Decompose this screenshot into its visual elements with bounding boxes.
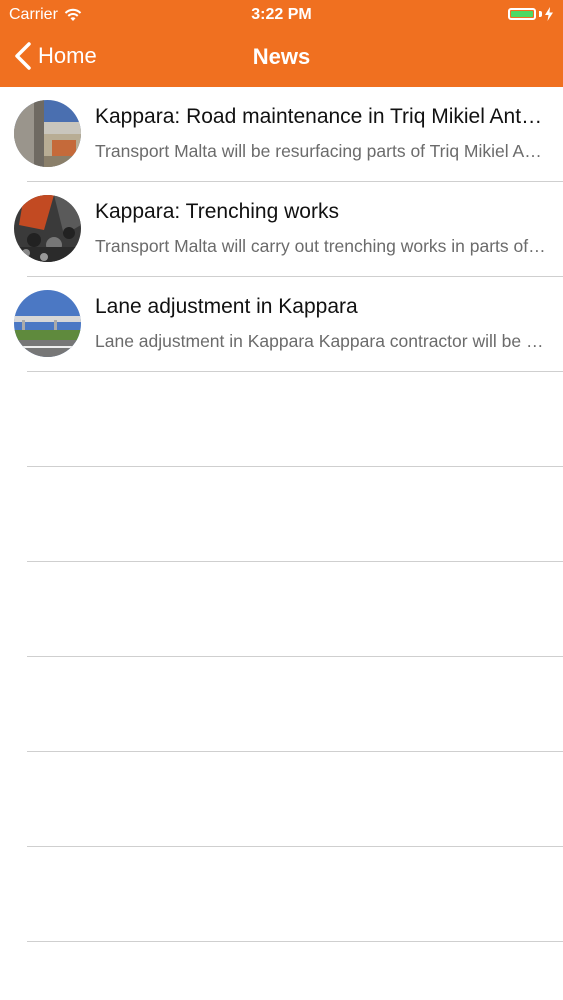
news-title: Kappara: Trenching works [95,200,339,223]
empty-row [27,562,563,657]
news-title: Kappara: Road maintenance in Triq Mikiel… [95,105,550,128]
battery-cap [539,11,542,17]
status-bar: Carrier 3:22 PM [0,0,563,30]
news-summary: Transport Malta will carry out trenching… [95,236,550,256]
header: Carrier 3:22 PM Home News [0,0,563,87]
trenching-works-photo [14,195,81,262]
battery-icon [508,8,536,20]
lane-adjustment-photo [14,290,81,357]
clock: 3:22 PM [251,6,312,23]
empty-row [27,372,563,467]
news-summary: Lane adjustment in Kappara Kappara contr… [95,331,550,351]
list-item[interactable]: Lane adjustment in Kappara Lane adjustme… [14,277,563,372]
navigation-bar: Home News [0,30,563,87]
road-maintenance-photo [14,100,81,167]
empty-row [27,467,563,562]
list-item[interactable]: Kappara: Road maintenance in Triq Mikiel… [14,87,563,182]
charging-bolt-icon [545,7,553,21]
empty-row [27,657,563,752]
empty-row [27,847,563,942]
news-list: Kappara: Road maintenance in Triq Mikiel… [0,87,563,942]
news-thumbnail [14,100,81,167]
news-thumbnail [14,195,81,262]
news-title: Lane adjustment in Kappara [95,295,358,318]
battery-level [511,11,533,17]
news-thumbnail [14,290,81,357]
page-title: News [252,44,311,69]
battery-indicator [508,7,553,21]
empty-row [27,752,563,847]
news-summary: Transport Malta will be resurfacing part… [95,141,550,161]
list-item[interactable]: Kappara: Trenching works Transport Malta… [14,182,563,277]
